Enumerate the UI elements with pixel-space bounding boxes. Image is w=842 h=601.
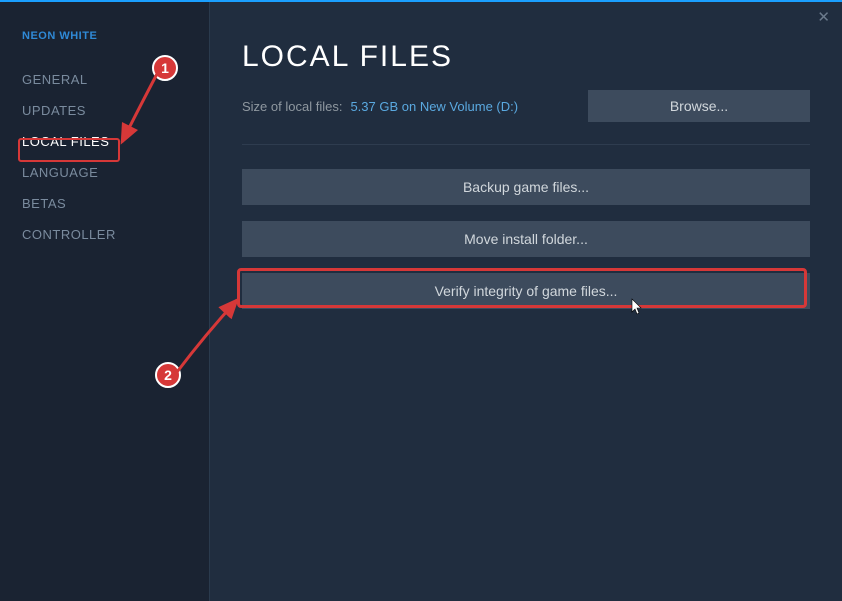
sidebar-item-general[interactable]: GENERAL	[22, 64, 209, 95]
size-label: Size of local files:	[242, 99, 342, 114]
sidebar: NEON WHITE GENERAL UPDATES LOCAL FILES L…	[0, 2, 210, 601]
divider	[242, 144, 810, 145]
verify-integrity-button[interactable]: Verify integrity of game files...	[242, 273, 810, 309]
size-row: Size of local files: 5.37 GB on New Volu…	[242, 90, 810, 122]
backup-button[interactable]: Backup game files...	[242, 169, 810, 205]
browse-button[interactable]: Browse...	[588, 90, 810, 122]
sidebar-item-betas[interactable]: BETAS	[22, 188, 209, 219]
sidebar-item-updates[interactable]: UPDATES	[22, 95, 209, 126]
sidebar-item-language[interactable]: LANGUAGE	[22, 157, 209, 188]
sidebar-item-local-files[interactable]: LOCAL FILES	[22, 126, 209, 157]
move-folder-button[interactable]: Move install folder...	[242, 221, 810, 257]
size-value: 5.37 GB on New Volume (D:)	[350, 99, 518, 114]
game-title: NEON WHITE	[22, 30, 209, 42]
page-title: LOCAL FILES	[242, 40, 810, 74]
sidebar-item-controller[interactable]: CONTROLLER	[22, 219, 209, 250]
close-icon[interactable]: ✕	[817, 10, 830, 25]
main-content: ✕ LOCAL FILES Size of local files: 5.37 …	[210, 2, 842, 601]
